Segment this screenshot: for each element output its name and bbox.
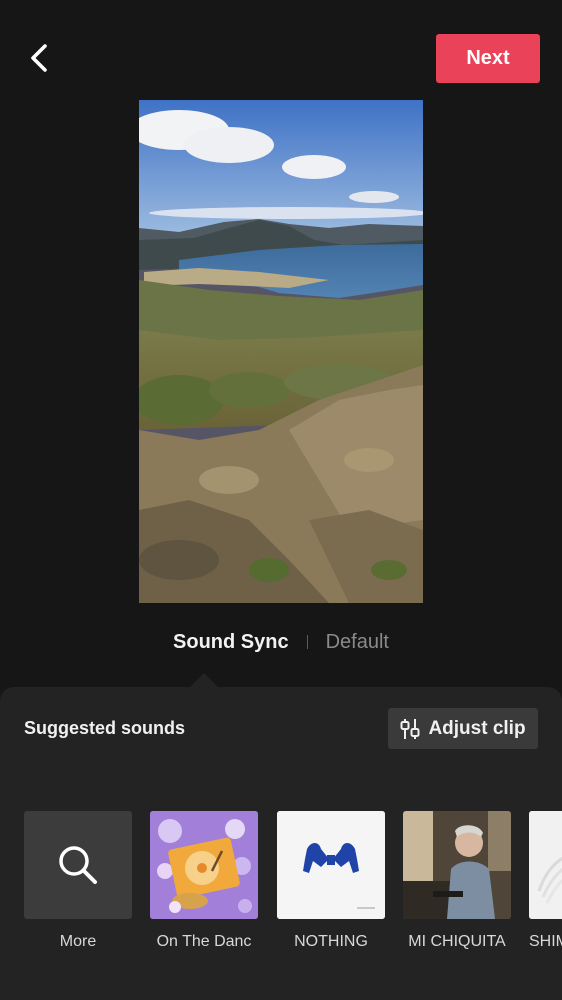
sound-carousel[interactable]: More On The Danc NOTHING MI CHIQUITA SHI (0, 811, 562, 961)
search-icon (59, 846, 97, 884)
sync-mode-toggle: Sound Sync Default (0, 628, 562, 656)
sound-item-on-the-dance[interactable]: On The Danc (150, 811, 258, 951)
suggested-sounds-panel: Suggested sounds Adjust clip More On The… (0, 687, 562, 1000)
person-photo-artwork (403, 811, 511, 919)
album-cover (529, 811, 562, 919)
more-thumb (24, 811, 132, 919)
sound-item-mi-chiquita[interactable]: MI CHIQUITA (403, 811, 511, 951)
sliders-icon (400, 718, 420, 739)
blue-figures-artwork (277, 811, 385, 919)
next-button[interactable]: Next (436, 34, 540, 83)
sound-editor-screen: Next Sound Sync Default Suggested sounds… (0, 0, 562, 1000)
video-preview[interactable] (139, 100, 423, 603)
white-abstract-artwork (529, 811, 562, 919)
sound-label: NOTHING (294, 933, 368, 950)
sound-sync-tab[interactable]: Sound Sync (173, 631, 289, 654)
turntable-artwork (150, 811, 258, 919)
sound-item-nothing[interactable]: NOTHING (277, 811, 385, 951)
adjust-clip-button[interactable]: Adjust clip (388, 708, 538, 749)
mode-divider (306, 635, 308, 649)
back-button[interactable] (22, 40, 58, 76)
chevron-left-icon (31, 44, 47, 72)
sheet-pointer (190, 673, 218, 687)
sound-label: MI CHIQUITA (408, 933, 506, 950)
sound-label: SHIM (529, 933, 562, 950)
suggested-sounds-title: Suggested sounds (24, 718, 186, 738)
sound-label: On The Danc (156, 933, 252, 950)
preview-image (139, 100, 423, 603)
album-cover (277, 811, 385, 919)
adjust-clip-label: Adjust clip (428, 717, 526, 739)
sound-item-shim[interactable]: SHIM (529, 811, 562, 951)
album-cover (403, 811, 511, 919)
sound-item-more[interactable]: More (24, 811, 132, 951)
default-tab[interactable]: Default (326, 631, 389, 654)
sound-label: More (59, 933, 97, 950)
album-cover (150, 811, 258, 919)
